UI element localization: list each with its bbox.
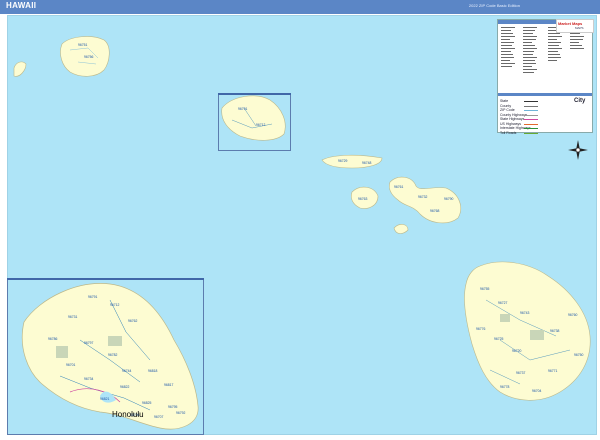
zip-label: 96778 [500,385,510,389]
legend-row-label: Toll Roads [500,130,517,135]
legend-row-label: US Highways [500,121,522,126]
legend-city-word: City [574,98,586,104]
zip-label: 96750 [574,353,584,357]
legend-row-label: County [500,103,512,108]
oahu-small-inset-bar [218,93,291,95]
zip-label: 96748 [362,161,372,165]
zip-label: 96768 [430,209,440,213]
zip-label: 96732 [418,195,428,199]
legend-row-swatch [524,110,538,111]
legend-row-swatch [524,128,538,129]
legend-row-swatch [524,101,538,102]
zip-label: 96743 [520,311,530,315]
zip-label: 96725 [494,337,504,341]
zip-label: 96776 [476,327,486,331]
zip-label: 96751 [78,43,88,47]
legend-subheader [498,93,592,96]
oahu-large-inset-bar [7,278,204,280]
zip-label: 96755 [480,287,490,291]
molokai-island [321,154,383,169]
oahu-large-inset-frame [7,278,204,435]
publisher-logo: Market Maps MAPS [556,19,594,33]
legend-row-swatch [524,132,538,134]
compass-rose-icon [568,140,588,160]
legend-city-index [501,27,584,73]
hawaii-island [464,261,591,401]
zip-label: 96760 [568,313,578,317]
oahu-small-inset-frame [218,93,291,151]
zip-label: 96720 [512,349,522,353]
zip-label: 96763 [358,197,368,201]
zip-label: 96771 [548,369,558,373]
kahoolawe-island [393,224,409,234]
zip-label: 96729 [338,159,348,163]
legend-row-swatch [524,119,538,120]
logo-tag: MAPS [575,26,584,30]
legend-row-label: State [500,99,509,103]
legend-row-swatch [524,105,538,107]
zip-label: 96790 [444,197,454,201]
honolulu-label: Honolulu [112,410,144,419]
map-legend: State County ZIP Code County Highways State … [497,19,593,135]
legend-row-swatch [524,114,538,116]
legend-row-label: ZIP Code [500,108,515,112]
zip-label: 96738 [550,329,560,333]
legend-row-swatch [524,123,538,125]
zip-label: 96737 [516,371,526,375]
niihau-island [13,61,27,77]
zip-label: 96727 [498,301,508,305]
legend-row-label: State Highways [500,117,525,121]
zip-label: 96704 [532,389,542,393]
zip-label: 96761 [394,185,404,189]
zip-label: 96756 [84,55,94,59]
